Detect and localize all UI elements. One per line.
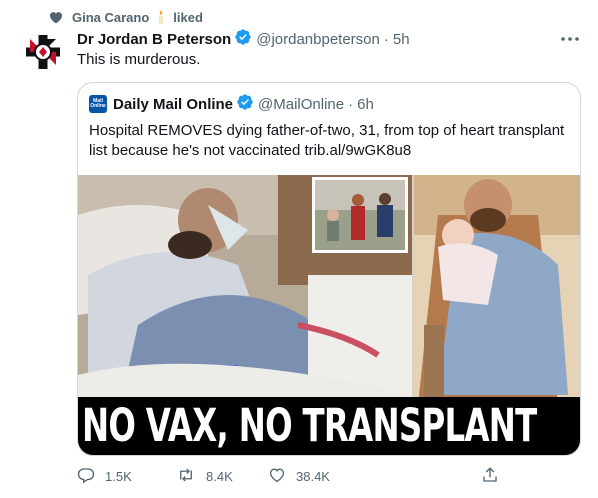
action-bar: 1.5K 8.4K 38.4K — [77, 466, 497, 486]
logo-text-bottom: Online — [90, 103, 106, 109]
tweet-time[interactable]: 5h — [393, 31, 410, 48]
retweet-count: 8.4K — [206, 468, 233, 484]
candle-icon — [157, 10, 165, 24]
reply-icon — [77, 466, 95, 487]
share-button[interactable] — [481, 466, 499, 486]
separator-dot: · — [348, 95, 354, 113]
author-name[interactable]: Dr Jordan B Peterson — [77, 31, 231, 48]
verified-icon — [234, 28, 252, 50]
like-count: 38.4K — [296, 468, 330, 484]
retweet-button[interactable]: 8.4K — [176, 466, 233, 486]
quote-time[interactable]: 6h — [357, 96, 374, 113]
social-context: Gina Carano liked — [48, 7, 203, 27]
share-icon — [481, 466, 499, 487]
author-handle[interactable]: @jordanbpeterson — [256, 31, 380, 48]
tweet-header: Dr Jordan B Peterson @jordanbpeterson · … — [77, 29, 580, 49]
tweet-text: This is murderous. — [77, 51, 201, 68]
quote-text: Hospital REMOVES dying father-of-two, 31… — [89, 122, 565, 159]
image-headline: NO VAX, NO TRANSPLANT — [82, 399, 537, 452]
quote-author-handle[interactable]: @MailOnline — [258, 96, 344, 113]
separator-dot: · — [383, 30, 389, 48]
quote-author-name[interactable]: Daily Mail Online — [113, 96, 233, 113]
quote-image[interactable]: NO VAX, NO TRANSPLANT — [78, 175, 580, 455]
reply-button[interactable]: 1.5K — [77, 466, 132, 486]
like-button[interactable]: 38.4K — [268, 466, 330, 486]
retweet-icon — [176, 466, 196, 487]
social-context-user[interactable]: Gina Carano — [72, 10, 149, 25]
quote-header: Mail Online Daily Mail Online @MailOnlin… — [89, 94, 374, 114]
verified-icon — [236, 93, 254, 115]
image-headline-banner: NO VAX, NO TRANSPLANT — [78, 397, 580, 455]
avatar[interactable] — [22, 31, 64, 73]
more-options-icon[interactable] — [560, 30, 580, 48]
heart-icon — [48, 9, 64, 25]
social-context-action: liked — [173, 9, 203, 25]
reply-count: 1.5K — [105, 468, 132, 484]
daily-mail-logo: Mail Online — [89, 95, 107, 113]
quoted-tweet[interactable]: Mail Online Daily Mail Online @MailOnlin… — [77, 82, 581, 456]
like-icon — [268, 466, 286, 487]
